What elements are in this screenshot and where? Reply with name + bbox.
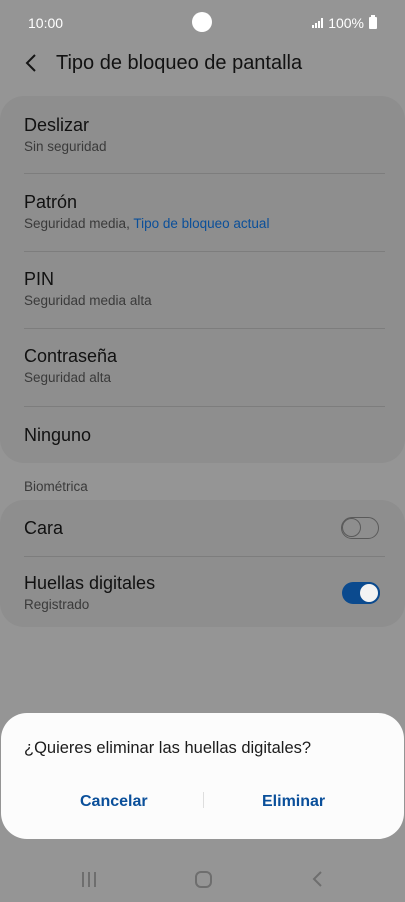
back-icon[interactable]	[310, 870, 326, 888]
lock-option-title: PIN	[24, 269, 55, 289]
delete-button[interactable]: Eliminar	[262, 793, 325, 811]
status-time: 10:00	[28, 15, 64, 31]
current-lock-type-label: Tipo de bloqueo actual	[133, 216, 270, 231]
toggle-knob	[358, 582, 380, 604]
section-label-biometrics: Biométrica	[24, 479, 88, 494]
lock-option-pin[interactable]: PIN Seguridad media alta	[24, 269, 385, 308]
status-indicators: 100%	[312, 15, 377, 31]
signal-icon	[312, 18, 324, 28]
divider	[24, 328, 385, 329]
biometric-item-fingerprints[interactable]: Huellas digitales Registrado	[24, 573, 385, 612]
battery-icon	[369, 15, 377, 29]
divider	[24, 406, 385, 407]
home-icon[interactable]	[195, 871, 212, 888]
lock-option-title: Patrón	[24, 192, 78, 212]
lock-option-security-level: Seguridad media,	[24, 216, 130, 231]
status-bar: 10:00 100%	[0, 0, 405, 44]
biometrics-list: Cara Huellas digitales Registrado	[0, 500, 405, 627]
page-title: Tipo de bloqueo de pantalla	[56, 52, 303, 74]
lock-option-title: Deslizar	[24, 115, 90, 135]
cancel-button[interactable]: Cancelar	[80, 793, 148, 811]
lock-option-password[interactable]: Contraseña Seguridad alta	[24, 346, 385, 385]
lock-option-subtitle: Sin seguridad	[24, 139, 107, 154]
toggle-knob	[342, 518, 361, 537]
face-toggle[interactable]	[341, 517, 379, 539]
biometric-item-title: Cara	[24, 518, 64, 538]
dialog-button-divider	[203, 792, 204, 808]
lock-option-subtitle: Seguridad media, Tipo de bloqueo actual	[24, 216, 385, 231]
chevron-left-icon[interactable]	[22, 53, 42, 73]
recents-icon[interactable]	[82, 872, 96, 887]
biometric-item-title: Huellas digitales	[24, 573, 156, 593]
biometric-item-subtitle: Registrado	[24, 597, 90, 612]
divider	[24, 173, 385, 174]
dialog-message: ¿Quieres eliminar las huellas digitales?	[24, 739, 312, 757]
lock-option-swipe[interactable]: Deslizar Sin seguridad	[24, 115, 385, 154]
divider	[24, 556, 385, 557]
fingerprints-toggle[interactable]	[342, 582, 380, 604]
biometric-item-face[interactable]: Cara	[24, 518, 385, 539]
camera-cutout	[192, 12, 212, 32]
navigation-bar	[0, 855, 405, 902]
battery-percent: 100%	[328, 15, 364, 31]
divider	[24, 251, 385, 252]
lock-options-list: Deslizar Sin seguridad Patrón Seguridad …	[0, 96, 405, 463]
lock-option-subtitle: Seguridad media alta	[24, 293, 152, 308]
lock-option-pattern[interactable]: Patrón Seguridad media, Tipo de bloqueo …	[24, 192, 385, 231]
lock-option-none[interactable]: Ninguno	[24, 425, 385, 446]
lock-option-subtitle: Seguridad alta	[24, 370, 112, 385]
lock-option-title: Ninguno	[24, 425, 92, 445]
app-header: Tipo de bloqueo de pantalla	[0, 44, 405, 84]
delete-fingerprints-dialog: ¿Quieres eliminar las huellas digitales?…	[1, 713, 404, 839]
lock-option-title: Contraseña	[24, 346, 118, 366]
